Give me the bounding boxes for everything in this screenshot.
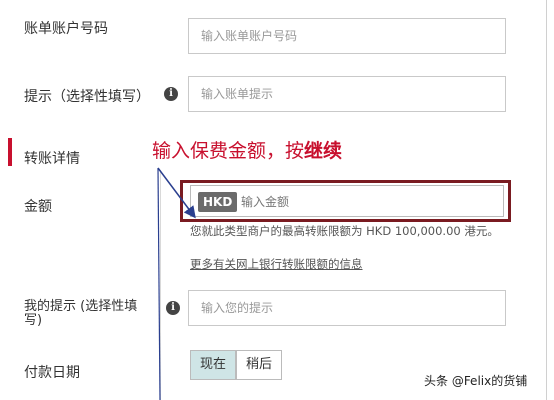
annotation-arrows: [157, 167, 196, 400]
watermark: 头条 @Felix的货铺: [424, 374, 528, 388]
arrow-guide: [157, 167, 161, 400]
arrow-to-amount: [157, 167, 196, 219]
